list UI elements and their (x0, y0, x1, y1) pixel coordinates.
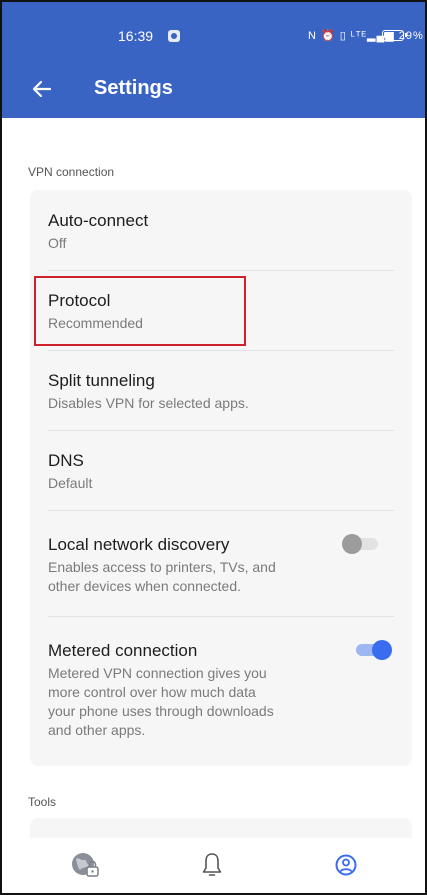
auto-connect-setting[interactable]: Auto-connect Off (48, 210, 394, 253)
description-line: other devices when connected. (48, 578, 242, 594)
vpn-settings-card: Auto-connect Off Protocol Recommended Sp… (30, 190, 412, 766)
setting-title: Auto-connect (48, 211, 149, 230)
bell-icon (202, 853, 222, 876)
divider (48, 270, 394, 271)
setting-value: Default (48, 475, 93, 491)
app-bar: Settings (2, 60, 425, 118)
setting-title: DNS (48, 451, 84, 470)
description-line: more control over how much data (48, 684, 256, 700)
setting-value: Off (48, 235, 67, 251)
section-header-tools: Tools (28, 795, 57, 809)
tools-card (30, 818, 412, 838)
divider (48, 430, 394, 431)
status-bar: 16:39 N ⏰ ▯ ᴸᵀᴱ▂▄▆ 29% (2, 2, 425, 60)
setting-value: Recommended (48, 315, 143, 331)
profile-icon (335, 854, 357, 876)
divider (48, 510, 394, 511)
setting-title: Split tunneling (48, 371, 155, 390)
phone-screen: 16:39 N ⏰ ▯ ᴸᵀᴱ▂▄▆ 29% Settings VPN conn… (0, 0, 427, 895)
local-network-discovery-setting[interactable]: Local network discovery Enables access t… (48, 534, 318, 596)
notification-icon (168, 30, 180, 42)
back-button[interactable] (30, 74, 60, 104)
status-time: 16:39 (118, 28, 154, 44)
description-line: Metered VPN connection gives you (48, 665, 267, 681)
protocol-setting[interactable]: Protocol Recommended (48, 290, 394, 333)
nav-notifications[interactable] (195, 848, 235, 884)
metered-connection-setting[interactable]: Metered connection Metered VPN connectio… (48, 640, 338, 740)
battery-icon (382, 30, 407, 41)
setting-value: Disables VPN for selected apps. (48, 395, 249, 411)
nav-profile[interactable] (329, 848, 369, 884)
divider (48, 350, 394, 351)
metered-connection-toggle[interactable] (352, 638, 392, 662)
bottom-navigation (2, 838, 425, 893)
setting-title: Protocol (48, 291, 111, 310)
setting-title: Metered connection (48, 641, 198, 660)
dns-setting[interactable]: DNS Default (48, 450, 394, 493)
description-line: your phone uses through downloads (48, 703, 274, 719)
divider (48, 616, 394, 617)
section-header-vpn: VPN connection (28, 165, 115, 179)
setting-description: Enables access to printers, TVs, and oth… (48, 558, 318, 596)
setting-description: Metered VPN connection gives you more co… (48, 664, 338, 740)
globe-lock-icon (72, 853, 99, 877)
split-tunneling-setting[interactable]: Split tunneling Disables VPN for selecte… (48, 370, 394, 413)
setting-title: Local network discovery (48, 535, 230, 554)
description-line: and other apps. (48, 722, 146, 738)
local-network-discovery-toggle[interactable] (342, 532, 382, 556)
page-title: Settings (94, 77, 173, 99)
nav-vpn[interactable] (68, 848, 108, 884)
arrow-left-icon (32, 80, 52, 98)
description-line: Enables access to printers, TVs, and (48, 559, 276, 575)
